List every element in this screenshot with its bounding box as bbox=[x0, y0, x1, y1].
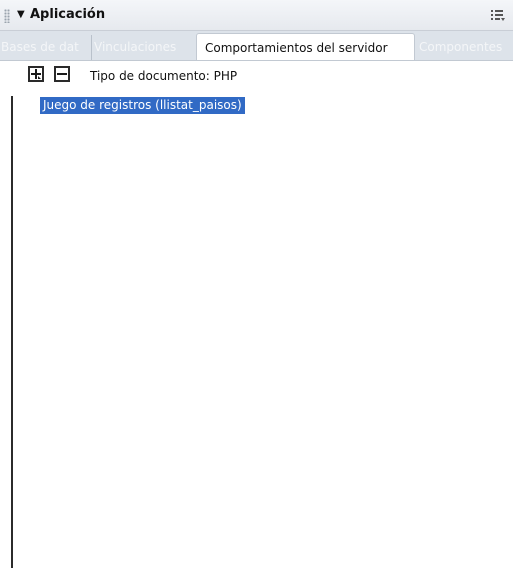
tab-bases-de-datos[interactable]: Bases de dat bbox=[0, 35, 92, 60]
collapse-arrow-icon[interactable]: ▼ bbox=[17, 8, 25, 22]
tab-bar: Bases de dat Vinculaciones Comportamient… bbox=[0, 31, 513, 61]
panel-options-icon[interactable] bbox=[490, 8, 506, 23]
document-type-label: Tipo de documento: PHP bbox=[90, 69, 238, 83]
panel-title[interactable]: Aplicación bbox=[30, 7, 105, 23]
behaviors-list bbox=[0, 92, 513, 568]
behaviors-toolbar: Tipo de documento: PHP bbox=[0, 62, 513, 90]
minus-icon bbox=[57, 73, 67, 75]
list-item-recordset[interactable]: Juego de registros (llistat_paisos) bbox=[40, 97, 245, 114]
panel-grip-icon[interactable] bbox=[4, 9, 10, 23]
panel-left-border bbox=[11, 96, 13, 568]
add-behavior-button[interactable] bbox=[28, 66, 44, 82]
tab-componentes[interactable]: Componentes bbox=[417, 35, 513, 60]
tab-comportamientos-del-servidor[interactable]: Comportamientos del servidor bbox=[196, 33, 415, 60]
panel-title-bar[interactable]: ▼ Aplicación bbox=[0, 0, 513, 31]
remove-behavior-button[interactable] bbox=[54, 66, 70, 82]
plus-icon bbox=[31, 69, 41, 79]
application-panel: ▼ Aplicación Bases de dat Vinculaciones … bbox=[0, 0, 513, 568]
tab-vinculaciones[interactable]: Vinculaciones bbox=[92, 35, 196, 60]
